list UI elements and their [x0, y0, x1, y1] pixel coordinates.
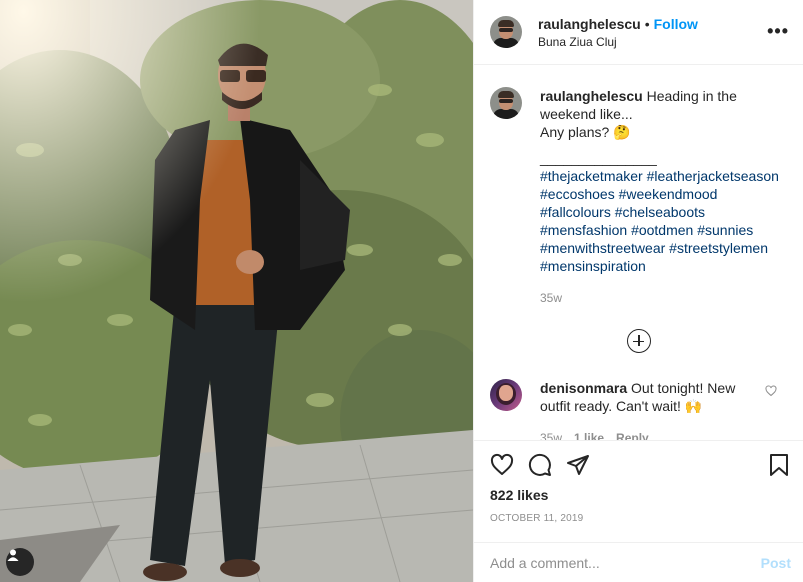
post-header: raulanghelescu • Follow Buna Ziua Cluj •… [474, 0, 803, 65]
hashtag-link[interactable]: #menwithstreetwear [540, 240, 665, 256]
save-button[interactable] [767, 453, 791, 480]
comment-item: denisonmara Out tonight! New outfit read… [490, 379, 787, 440]
post-modal: raulanghelescu • Follow Buna Ziua Cluj •… [0, 0, 803, 582]
comment-age[interactable]: 35w [540, 429, 562, 440]
caption-author-avatar[interactable] [490, 87, 522, 119]
author-avatar[interactable] [490, 16, 522, 48]
hashtag-link[interactable]: #sunnies [697, 222, 753, 238]
post-comment-button[interactable]: Post [761, 555, 791, 571]
caption-divider: _______________ [540, 150, 657, 166]
reply-button[interactable]: Reply [616, 429, 649, 440]
photo-illustration [0, 0, 473, 582]
author-username[interactable]: raulanghelescu [538, 16, 641, 32]
comment-input[interactable] [490, 554, 730, 571]
post-location[interactable]: Buna Ziua Cluj [538, 35, 698, 49]
paper-plane-icon [567, 455, 589, 475]
hashtag-link[interactable]: #mensfashion [540, 222, 627, 238]
comments-section: raulanghelescu Heading in the weekend li… [474, 65, 803, 440]
post-actions-area: 822 likes October 11, 2019 [474, 440, 803, 542]
post-caption: raulanghelescu Heading in the weekend li… [490, 87, 787, 307]
hashtag-link[interactable]: #thejacketmaker [540, 168, 643, 184]
comment-likes[interactable]: 1 like [574, 429, 604, 440]
more-options-icon[interactable]: ••• [767, 22, 789, 40]
commenter-avatar[interactable] [490, 379, 522, 411]
hashtag-list: #thejacketmaker #leatherjacketseason #ec… [540, 167, 782, 275]
hashtag-link[interactable]: #chelseaboots [615, 204, 705, 220]
commenter-username[interactable]: denisonmara [540, 380, 627, 396]
like-button[interactable] [490, 453, 514, 477]
action-bar [490, 449, 788, 481]
caption-username[interactable]: raulanghelescu [540, 88, 643, 104]
bookmark-icon [770, 454, 788, 476]
share-button[interactable] [566, 453, 590, 477]
hashtag-link[interactable]: #eccoshoes [540, 186, 615, 202]
separator-dot: • [644, 15, 650, 32]
hashtag-link[interactable]: #fallcolours [540, 204, 611, 220]
comment-bubble-icon [528, 453, 551, 476]
hashtag-link[interactable]: #weekendmood [619, 186, 718, 202]
like-count[interactable]: 822 likes [490, 487, 787, 503]
comment-button[interactable] [528, 453, 552, 477]
comment-like-heart-icon[interactable] [765, 385, 777, 397]
hashtag-link[interactable]: #leatherjacketseason [647, 168, 779, 184]
post-photo[interactable] [0, 0, 473, 582]
user-tags-button[interactable] [6, 548, 34, 576]
heart-icon [490, 453, 514, 475]
user-tags-icon [7, 549, 19, 561]
caption-age[interactable]: 35w [540, 289, 782, 307]
hashtag-link[interactable]: #ootdmen [631, 222, 693, 238]
post-details-panel: raulanghelescu • Follow Buna Ziua Cluj •… [473, 0, 803, 582]
post-date[interactable]: October 11, 2019 [490, 513, 787, 524]
load-more-comments-icon [626, 329, 651, 353]
caption-line-2: Any plans? 🤔 [540, 124, 631, 140]
follow-button[interactable]: Follow [654, 16, 698, 32]
hashtag-link[interactable]: #streetstylemen [669, 240, 768, 256]
add-comment-bar: Post [474, 542, 803, 582]
load-more-comments-button[interactable] [490, 329, 787, 353]
hashtag-link[interactable]: #mensinspiration [540, 258, 646, 274]
